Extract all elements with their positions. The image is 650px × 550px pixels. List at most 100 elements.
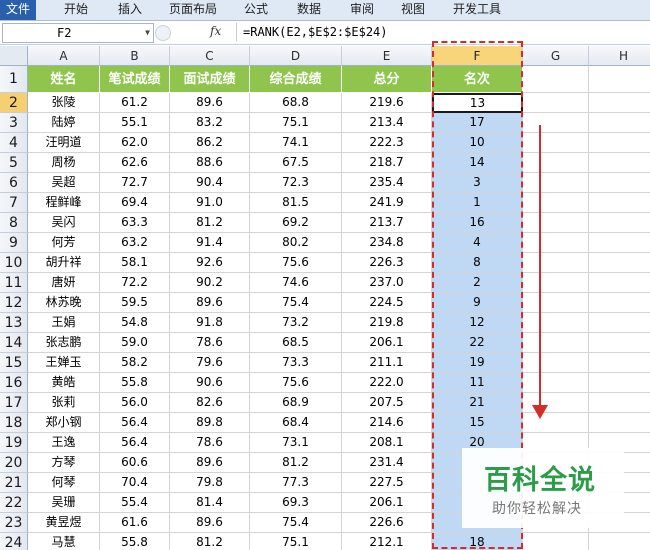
rank-cell[interactable]: 11 xyxy=(432,373,523,393)
interview-score-cell[interactable]: 79.6 xyxy=(170,353,250,373)
row-header-6[interactable]: 6 xyxy=(0,173,28,193)
rank-cell[interactable]: 17 xyxy=(432,113,523,133)
row-header-14[interactable]: 14 xyxy=(0,333,28,353)
total-score-cell[interactable]: 219.8 xyxy=(342,313,432,333)
overall-score-cell[interactable]: 73.1 xyxy=(250,433,342,453)
empty-cell[interactable] xyxy=(589,113,650,133)
empty-cell[interactable] xyxy=(589,153,650,173)
name-cell[interactable]: 唐妍 xyxy=(28,273,100,293)
interview-score-cell[interactable]: 89.6 xyxy=(170,93,250,113)
written-score-cell[interactable]: 56.4 xyxy=(100,413,170,433)
written-score-cell[interactable]: 72.7 xyxy=(100,173,170,193)
overall-score-cell[interactable]: 68.8 xyxy=(250,93,342,113)
total-score-cell[interactable]: 227.5 xyxy=(342,473,432,493)
overall-score-cell[interactable]: 69.2 xyxy=(250,213,342,233)
row-header-23[interactable]: 23 xyxy=(0,513,28,533)
rank-cell[interactable]: 12 xyxy=(432,313,523,333)
header-cell-interview-score[interactable]: 面试成绩 xyxy=(170,66,250,93)
tab-review[interactable]: 审阅 xyxy=(344,0,380,20)
total-score-cell[interactable]: 213.4 xyxy=(342,113,432,133)
insert-function-icon[interactable]: fx xyxy=(210,24,221,38)
total-score-cell[interactable]: 208.1 xyxy=(342,433,432,453)
tab-home[interactable]: 开始 xyxy=(58,0,94,20)
column-header-c[interactable]: C xyxy=(170,46,250,66)
interview-score-cell[interactable]: 91.4 xyxy=(170,233,250,253)
total-score-cell[interactable]: 218.7 xyxy=(342,153,432,173)
written-score-cell[interactable]: 55.8 xyxy=(100,533,170,550)
tab-formulas[interactable]: 公式 xyxy=(238,0,274,20)
name-cell[interactable]: 何琴 xyxy=(28,473,100,493)
name-cell[interactable]: 张陵 xyxy=(28,93,100,113)
interview-score-cell[interactable]: 79.8 xyxy=(170,473,250,493)
written-score-cell[interactable]: 55.1 xyxy=(100,113,170,133)
empty-cell[interactable] xyxy=(589,213,650,233)
name-cell[interactable]: 吴珊 xyxy=(28,493,100,513)
overall-score-cell[interactable]: 75.4 xyxy=(250,293,342,313)
total-score-cell[interactable]: 222.0 xyxy=(342,373,432,393)
name-cell[interactable]: 汪明道 xyxy=(28,133,100,153)
overall-score-cell[interactable]: 81.2 xyxy=(250,453,342,473)
tab-data[interactable]: 数据 xyxy=(291,0,327,20)
empty-cell[interactable] xyxy=(589,253,650,273)
name-cell[interactable]: 王婵玉 xyxy=(28,353,100,373)
overall-score-cell[interactable]: 67.5 xyxy=(250,153,342,173)
name-cell[interactable]: 郑小钢 xyxy=(28,413,100,433)
empty-cell[interactable] xyxy=(589,173,650,193)
interview-score-cell[interactable]: 90.4 xyxy=(170,173,250,193)
column-header-d[interactable]: D xyxy=(250,46,342,66)
rank-cell[interactable]: 10 xyxy=(432,133,523,153)
header-cell-rank[interactable]: 名次 xyxy=(432,66,523,93)
name-cell[interactable]: 方琴 xyxy=(28,453,100,473)
tab-file[interactable]: 文件 xyxy=(0,0,36,20)
interview-score-cell[interactable]: 81.2 xyxy=(170,533,250,550)
rank-cell[interactable]: 15 xyxy=(432,413,523,433)
row-header-10[interactable]: 10 xyxy=(0,253,28,273)
header-cell-written-score[interactable]: 笔试成绩 xyxy=(100,66,170,93)
empty-cell[interactable] xyxy=(589,313,650,333)
rank-cell[interactable]: 21 xyxy=(432,393,523,413)
empty-cell[interactable] xyxy=(523,333,589,353)
tab-insert[interactable]: 插入 xyxy=(112,0,148,20)
select-all-corner[interactable] xyxy=(0,46,28,66)
name-cell[interactable]: 吴超 xyxy=(28,173,100,193)
empty-cell[interactable] xyxy=(589,233,650,253)
tab-developer[interactable]: 开发工具 xyxy=(447,0,507,20)
empty-cell[interactable] xyxy=(523,133,589,153)
written-score-cell[interactable]: 55.4 xyxy=(100,493,170,513)
formula-bar-splitter[interactable] xyxy=(155,25,171,41)
empty-cell[interactable] xyxy=(589,533,650,550)
row-header-13[interactable]: 13 xyxy=(0,313,28,333)
name-cell[interactable]: 陆婷 xyxy=(28,113,100,133)
column-header-f[interactable]: F xyxy=(432,46,523,66)
overall-score-cell[interactable]: 75.4 xyxy=(250,513,342,533)
row-header-18[interactable]: 18 xyxy=(0,413,28,433)
name-cell[interactable]: 黄皓 xyxy=(28,373,100,393)
row-header-8[interactable]: 8 xyxy=(0,213,28,233)
name-cell[interactable]: 王娟 xyxy=(28,313,100,333)
total-score-cell[interactable]: 213.7 xyxy=(342,213,432,233)
interview-score-cell[interactable]: 91.8 xyxy=(170,313,250,333)
name-cell[interactable]: 何芳 xyxy=(28,233,100,253)
row-header-3[interactable]: 3 xyxy=(0,113,28,133)
overall-score-cell[interactable]: 68.9 xyxy=(250,393,342,413)
chevron-down-icon[interactable]: ▼ xyxy=(145,24,150,42)
rank-cell[interactable]: 13 xyxy=(432,93,523,113)
name-cell[interactable]: 张志鹏 xyxy=(28,333,100,353)
name-cell[interactable]: 王逸 xyxy=(28,433,100,453)
empty-cell[interactable] xyxy=(523,66,589,93)
written-score-cell[interactable]: 58.2 xyxy=(100,353,170,373)
written-score-cell[interactable]: 62.6 xyxy=(100,153,170,173)
overall-score-cell[interactable]: 75.6 xyxy=(250,373,342,393)
written-score-cell[interactable]: 59.0 xyxy=(100,333,170,353)
column-header-b[interactable]: B xyxy=(100,46,170,66)
name-box[interactable]: F2 ▼ xyxy=(2,23,154,43)
written-score-cell[interactable]: 63.3 xyxy=(100,213,170,233)
total-score-cell[interactable]: 231.4 xyxy=(342,453,432,473)
total-score-cell[interactable]: 234.8 xyxy=(342,233,432,253)
overall-score-cell[interactable]: 73.3 xyxy=(250,353,342,373)
row-header-17[interactable]: 17 xyxy=(0,393,28,413)
column-header-h[interactable]: H xyxy=(589,46,650,66)
overall-score-cell[interactable]: 72.3 xyxy=(250,173,342,193)
interview-score-cell[interactable]: 89.6 xyxy=(170,513,250,533)
empty-cell[interactable] xyxy=(523,353,589,373)
